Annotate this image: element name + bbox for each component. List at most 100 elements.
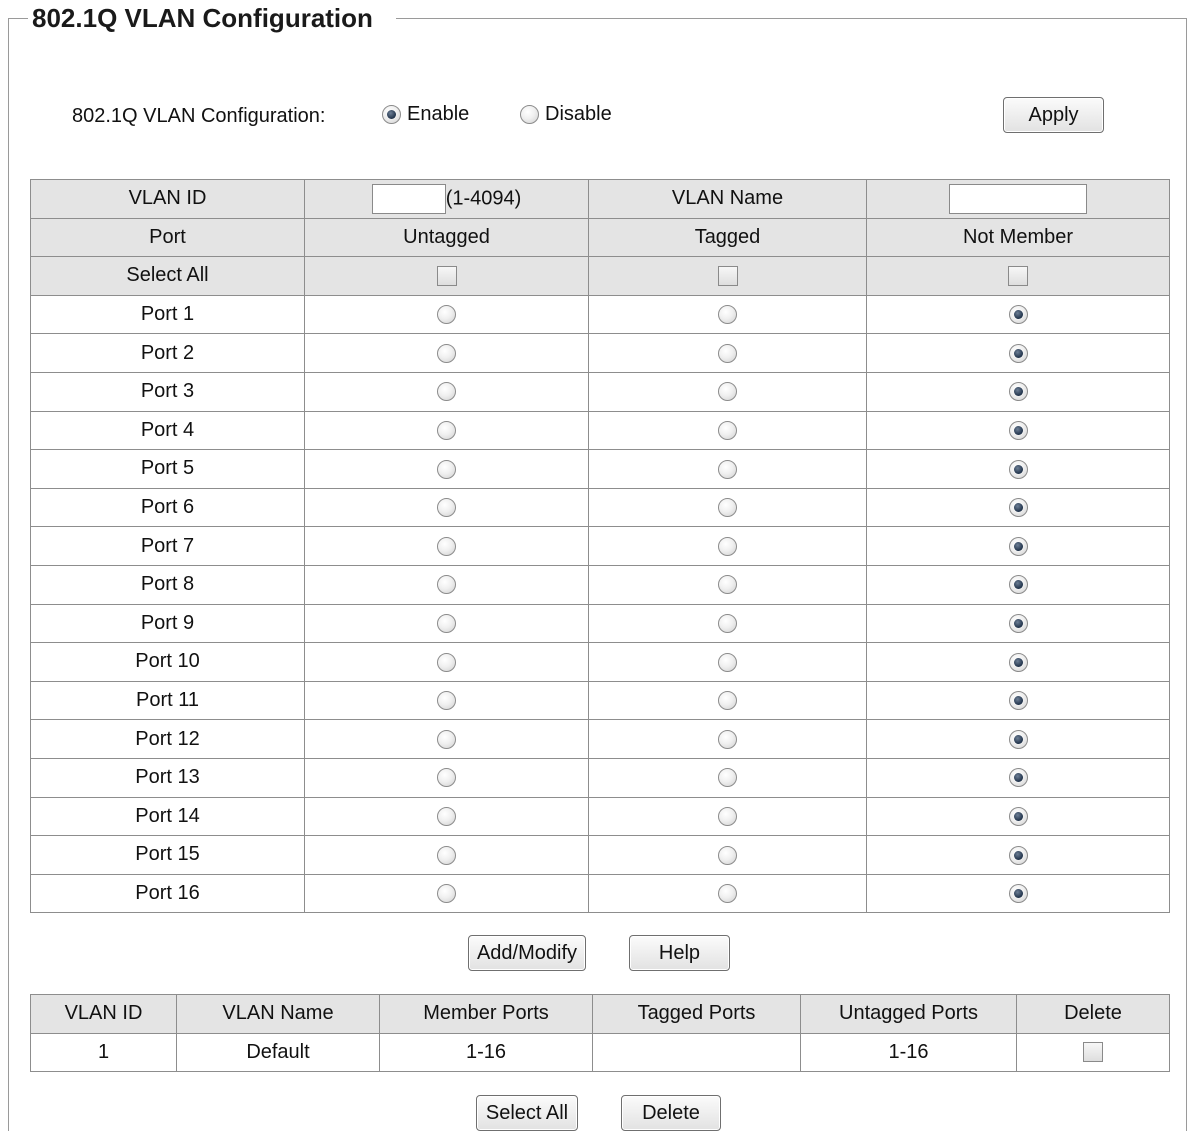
port-not-member-radio[interactable] [1008,421,1028,441]
add-modify-button[interactable]: Add/Modify [468,935,586,971]
frame-border-top-left [8,18,28,19]
port-not-member-radio[interactable] [1008,807,1028,827]
port-untagged-cell [304,680,589,721]
port-not-member-radio[interactable] [1008,305,1028,325]
port-untagged-radio[interactable] [437,575,456,595]
port-not-member-radio[interactable] [1008,884,1028,904]
port-tagged-cell [588,487,867,528]
port-untagged-radio[interactable] [437,807,456,827]
select-all-button[interactable]: Select All [476,1095,578,1131]
list-header-member-ports: Member Ports [379,994,593,1034]
port-untagged-radio[interactable] [437,382,456,402]
port-tagged-radio[interactable] [718,498,737,518]
port-tagged-radio[interactable] [718,575,737,595]
port-untagged-radio[interactable] [437,691,456,711]
port-untagged-radio[interactable] [437,614,456,634]
port-row: Port 6 [30,487,1170,528]
port-row: Port 7 [30,526,1170,566]
port-not-member-radio[interactable] [1008,382,1028,402]
port-untagged-radio[interactable] [437,884,456,904]
port-name: Port 3 [30,371,305,412]
list-header-vlan-id: VLAN ID [30,994,177,1034]
port-tagged-radio[interactable] [718,459,737,479]
select-all-tagged-checkbox[interactable] [717,266,738,287]
port-name: Port 12 [30,719,305,759]
header-tagged: Tagged [588,217,867,258]
port-tagged-radio[interactable] [718,691,737,711]
port-untagged-radio[interactable] [437,768,456,788]
port-not-member-radio[interactable] [1008,343,1028,363]
port-tagged-radio[interactable] [718,807,737,827]
port-tagged-radio[interactable] [718,382,737,402]
port-untagged-cell [304,642,589,682]
port-not-member-cell [866,333,1170,373]
vlan-id-range: (1-4094) [445,187,522,210]
port-not-member-radio[interactable] [1008,614,1028,634]
port-not-member-cell [866,603,1170,644]
port-tagged-radio[interactable] [718,305,737,325]
port-not-member-radio[interactable] [1008,729,1028,749]
port-tagged-cell [588,873,867,914]
port-untagged-radio[interactable] [437,845,456,865]
header-untagged: Untagged [304,217,589,258]
port-untagged-radio[interactable] [437,421,456,441]
port-untagged-radio[interactable] [437,343,456,363]
port-untagged-radio[interactable] [437,305,456,325]
vlan-list-delete-cell [1016,1032,1170,1072]
port-tagged-radio[interactable] [718,536,737,556]
port-not-member-radio[interactable] [1008,536,1028,556]
select-all-not-member-checkbox[interactable] [1008,266,1028,287]
port-untagged-radio[interactable] [437,536,456,556]
port-not-member-cell [866,873,1170,914]
list-header-delete: Delete [1016,994,1170,1034]
port-not-member-radio[interactable] [1008,768,1028,788]
apply-button[interactable]: Apply [1003,97,1104,133]
port-not-member-cell [866,526,1170,566]
port-untagged-radio[interactable] [437,652,456,672]
disable-radio[interactable] [520,105,539,124]
port-untagged-cell [304,487,589,528]
port-tagged-radio[interactable] [718,343,737,363]
port-tagged-radio[interactable] [718,884,737,904]
vlan-config-label: 802.1Q VLAN Configuration: [72,105,326,127]
port-not-member-radio[interactable] [1008,691,1028,711]
port-untagged-radio[interactable] [437,498,456,518]
port-not-member-radio[interactable] [1008,845,1028,865]
port-name: Port 15 [30,835,305,875]
port-tagged-radio[interactable] [718,845,737,865]
port-untagged-radio[interactable] [437,729,456,749]
disable-option[interactable]: Disable [520,103,612,126]
port-tagged-radio[interactable] [718,768,737,788]
port-name: Port 5 [30,449,305,489]
port-row: Port 14 [30,796,1170,837]
port-tagged-radio[interactable] [718,614,737,634]
port-tagged-cell [588,603,867,644]
vlan-id-input[interactable] [371,183,446,214]
port-tagged-radio[interactable] [718,729,737,749]
vlan-list-row: 1 Default 1-16 1-16 [30,1032,1170,1072]
port-not-member-radio[interactable] [1008,498,1028,518]
port-not-member-cell [866,564,1170,605]
frame-border-top-right [396,18,1186,19]
vlan-id-row: VLAN ID (1-4094) VLAN Name [30,179,1170,219]
port-untagged-cell [304,719,589,759]
port-name: Port 4 [30,410,305,451]
vlan-name-input[interactable] [949,183,1087,214]
port-tagged-radio[interactable] [718,652,737,672]
help-button[interactable]: Help [629,935,730,971]
enable-radio[interactable] [382,105,401,124]
list-header-vlan-name: VLAN Name [176,994,380,1034]
vlan-id-cell: (1-4094) [304,179,589,219]
list-header-tagged-ports: Tagged Ports [592,994,801,1034]
port-untagged-radio[interactable] [437,459,456,479]
port-tagged-radio[interactable] [718,421,737,441]
port-name: Port 6 [30,487,305,528]
port-not-member-radio[interactable] [1008,575,1028,595]
enable-option[interactable]: Enable [382,103,469,126]
delete-checkbox[interactable] [1083,1042,1103,1063]
select-all-untagged-checkbox[interactable] [436,266,457,287]
port-not-member-radio[interactable] [1008,652,1028,672]
port-not-member-radio[interactable] [1008,459,1028,479]
port-tagged-cell [588,796,867,837]
delete-button[interactable]: Delete [621,1095,721,1131]
